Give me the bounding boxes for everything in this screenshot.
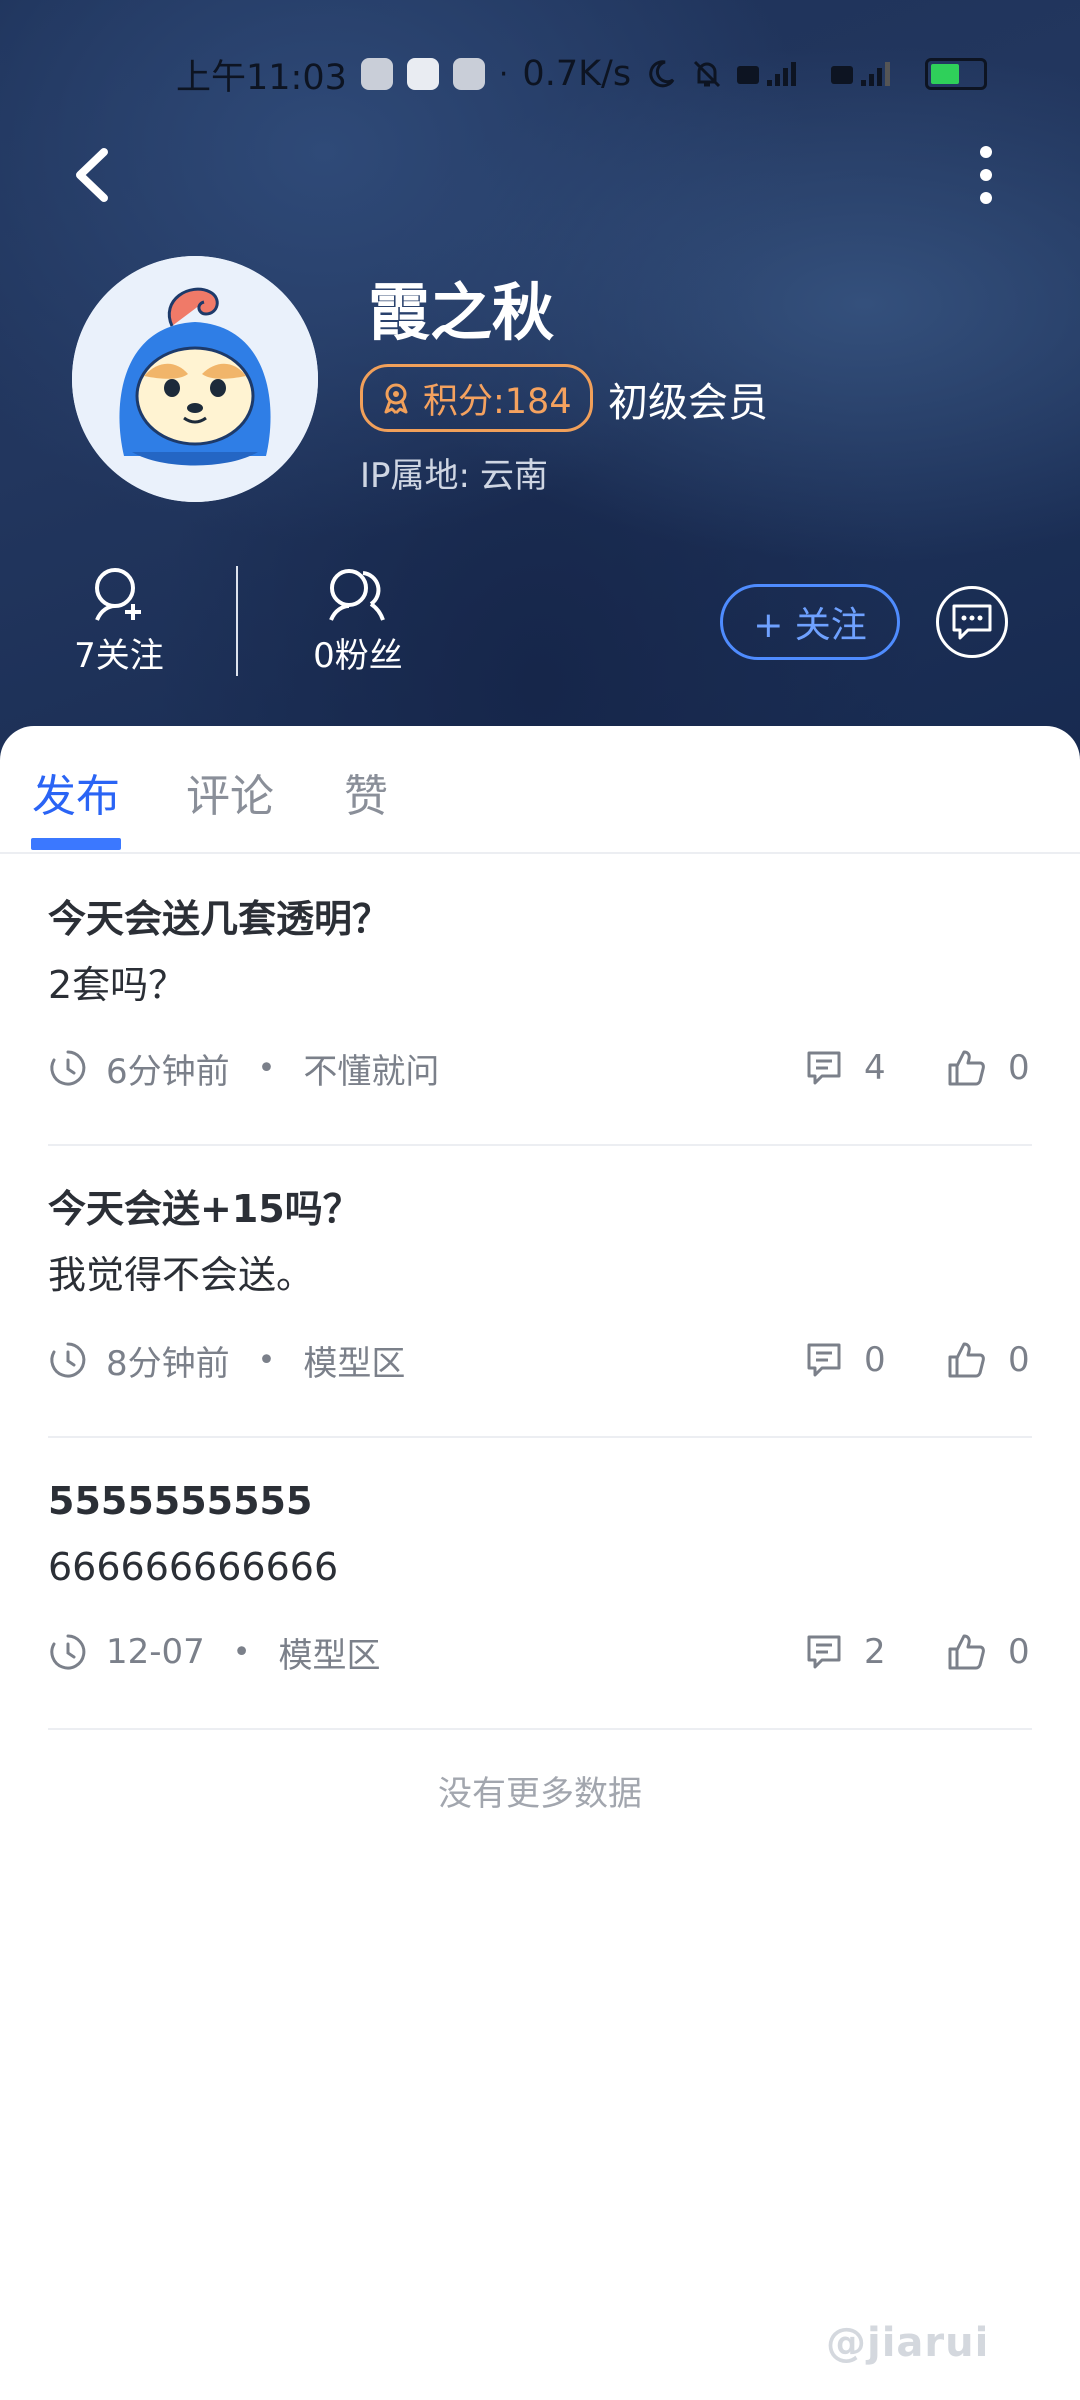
post-stats: 4 0 [804, 1038, 1032, 1098]
medal-icon [384, 383, 408, 415]
post-meta: 12-07 • 模型区 2 0 [48, 1622, 1032, 1682]
post-divider [48, 1144, 1032, 1146]
tab-bar: 发布 评论 赞 [0, 726, 1080, 854]
post-meta: 6分钟前 • 不懂就问 4 0 [48, 1038, 1032, 1098]
dog-mascot-avatar-icon [72, 256, 318, 502]
post-time: 8分钟前 [106, 1343, 230, 1384]
post-item[interactable]: 今天会送几套透明？ 2套吗？ 6分钟前 • 不懂就问 4 0 [48, 886, 1032, 1092]
post-stats: 2 0 [804, 1622, 1032, 1682]
comment-count: 0 [864, 1340, 886, 1380]
post-title: 今天会送+15吗？ [48, 1187, 361, 1231]
message-button[interactable] [936, 586, 1008, 658]
post-divider [48, 1728, 1032, 1730]
active-tab-indicator [31, 838, 121, 850]
clock-icon [50, 1634, 86, 1670]
following-stat[interactable]: 7关注 [34, 564, 204, 677]
status-time: 上午11:03 [176, 57, 347, 98]
status-dot: · [498, 56, 509, 92]
ip-location-label: IP属地: [360, 456, 470, 496]
like-group[interactable]: 0 [946, 1340, 1032, 1380]
followers-stat[interactable]: 0粉丝 [273, 564, 443, 677]
comment-icon[interactable] [804, 1048, 844, 1088]
tab-posts[interactable]: 发布 [32, 760, 120, 824]
signal-icon [737, 62, 797, 86]
like-group[interactable]: 0 [946, 1048, 1032, 1088]
post-title: 今天会送几套透明？ [48, 897, 391, 941]
comment-icon[interactable] [804, 1632, 844, 1672]
post-body: 666666666666 [48, 1545, 339, 1589]
post-body: 我觉得不会送。 [48, 1253, 315, 1297]
tab-comments[interactable]: 评论 [186, 760, 274, 824]
comment-count: 2 [864, 1632, 886, 1672]
member-level: 初级会员 [608, 380, 768, 426]
content-panel: 发布 评论 赞 今天会送几套透明？ 2套吗？ 6分钟前 • 不懂就问 4 0 今… [0, 726, 1080, 2400]
follow-user-icon [95, 568, 141, 621]
stats-divider [236, 566, 238, 676]
mute-bell-icon [694, 60, 721, 88]
moon-icon [649, 60, 675, 88]
follow-button[interactable]: + 关注 [720, 584, 900, 660]
post-meta: 8分钟前 • 模型区 0 0 [48, 1330, 1032, 1390]
status-bar: 上午11:03 · 0.7K/s [176, 44, 988, 104]
signal-icon-2 [831, 62, 891, 86]
notification-app-icon [360, 58, 393, 90]
thumbs-up-icon[interactable] [946, 1340, 988, 1380]
no-more-data: 没有更多数据 [438, 1774, 642, 1814]
more-options-button[interactable] [966, 140, 1006, 210]
like-group[interactable]: 0 [946, 1632, 1032, 1672]
meta-separator: • [257, 1050, 276, 1086]
more-vertical-icon [980, 146, 992, 204]
back-button[interactable] [64, 140, 124, 210]
post-item[interactable]: 今天会送+15吗？ 我觉得不会送。 8分钟前 • 模型区 0 0 [48, 1176, 1032, 1384]
post-time: 12-07 [106, 1632, 205, 1672]
notification-app-icon-2 [452, 58, 485, 90]
like-count: 0 [1008, 1048, 1030, 1088]
followers-count: 0粉丝 [313, 636, 403, 676]
like-count: 0 [1008, 1632, 1030, 1672]
post-item[interactable]: 5555555555 666666666666 12-07 • 模型区 2 0 [48, 1468, 1032, 1676]
post-divider [48, 1436, 1032, 1438]
post-stats: 0 0 [804, 1330, 1032, 1390]
watermark: @jiarui [826, 2320, 990, 2366]
battery-icon [925, 58, 988, 90]
followers-icon [329, 569, 385, 621]
post-category[interactable]: 模型区 [303, 1336, 405, 1385]
comment-icon[interactable] [804, 1340, 844, 1380]
notification-chat-icon [406, 58, 439, 90]
avatar[interactable] [72, 256, 318, 502]
like-count: 0 [1008, 1340, 1030, 1380]
points-badge[interactable]: 积分:184 [360, 364, 593, 432]
points-label: 积分:184 [423, 381, 572, 422]
ip-location: IP属地: 云南 [360, 448, 548, 497]
post-time: 6分钟前 [106, 1051, 230, 1092]
thumbs-up-icon[interactable] [946, 1632, 988, 1672]
meta-separator: • [257, 1342, 276, 1378]
chat-bubble-icon [952, 604, 992, 640]
post-title: 5555555555 [48, 1479, 313, 1523]
post-category[interactable]: 模型区 [279, 1628, 381, 1677]
meta-separator: • [232, 1634, 251, 1670]
ip-location-value: 云南 [480, 456, 548, 496]
following-count: 7关注 [74, 636, 164, 676]
profile-name: 霞之秋 [368, 276, 555, 349]
thumbs-up-icon[interactable] [946, 1048, 988, 1088]
clock-icon [50, 1050, 86, 1086]
chevron-left-icon [76, 148, 108, 202]
post-category[interactable]: 不懂就问 [303, 1044, 439, 1093]
network-speed: 0.7K/s [522, 54, 632, 94]
comment-count: 4 [864, 1048, 886, 1088]
clock-icon [50, 1342, 86, 1378]
tab-likes[interactable]: 赞 [344, 760, 388, 824]
post-body: 2套吗？ [48, 963, 187, 1007]
